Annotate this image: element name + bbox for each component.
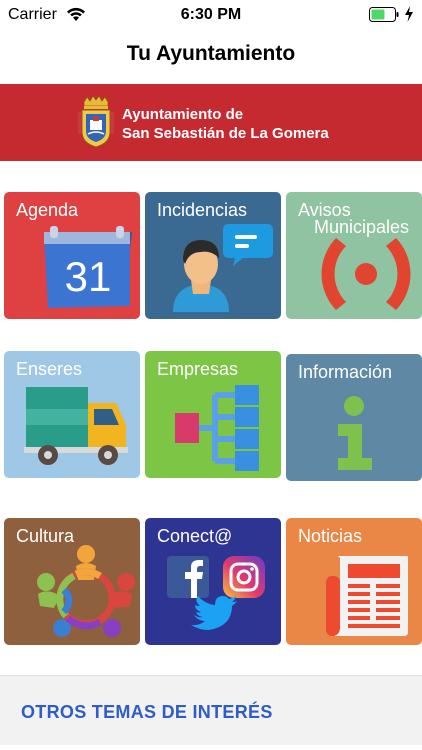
banner-line-2: San Sebastián de La Gomera bbox=[122, 125, 329, 142]
tile-label-informacion: Información bbox=[298, 362, 393, 382]
municipality-banner: Ayuntamiento de San Sebastián de La Gome… bbox=[0, 84, 422, 161]
tile-agenda[interactable]: 31 Agenda bbox=[4, 192, 140, 319]
tile-label-agenda: Agenda bbox=[16, 200, 79, 220]
tile-informacion[interactable]: Información bbox=[286, 354, 422, 481]
tile-label-municipales: Municipales bbox=[314, 217, 410, 237]
clock: 6:30 PM bbox=[180, 6, 242, 23]
tile-label-incidencias: Incidencias bbox=[157, 200, 248, 220]
page-title: Tu Ayuntamiento bbox=[126, 42, 296, 65]
battery-icon bbox=[369, 7, 399, 22]
tile-conecta[interactable]: Conect@ bbox=[145, 518, 281, 645]
tile-cultura[interactable]: Cultura bbox=[4, 518, 140, 645]
tile-label-enseres: Enseres bbox=[16, 359, 83, 379]
tile-noticias[interactable]: Noticias bbox=[286, 518, 422, 645]
tile-enseres[interactable]: Enseres bbox=[4, 351, 140, 478]
tile-label-noticias: Noticias bbox=[298, 526, 363, 546]
tile-label-cultura: Cultura bbox=[16, 526, 75, 546]
charging-icon bbox=[405, 6, 413, 22]
coat-of-arms-icon bbox=[78, 96, 114, 148]
tile-label-conecta: Conect@ bbox=[157, 526, 233, 546]
tile-label-empresas: Empresas bbox=[157, 359, 239, 379]
tile-avisos-municipales[interactable]: Avisos Municipales bbox=[286, 192, 422, 319]
status-bar: Carrier 6:30 PM bbox=[0, 0, 422, 30]
other-topics-row[interactable]: OTROS TEMAS DE INTERÉS bbox=[0, 675, 422, 745]
banner-line-1: Ayuntamiento de bbox=[122, 106, 244, 123]
calendar-day: 31 bbox=[65, 253, 112, 300]
tile-incidencias[interactable]: Incidencias bbox=[145, 192, 281, 319]
other-topics-link[interactable]: OTROS TEMAS DE INTERÉS bbox=[21, 702, 273, 723]
tile-empresas[interactable]: Empresas bbox=[145, 351, 281, 478]
